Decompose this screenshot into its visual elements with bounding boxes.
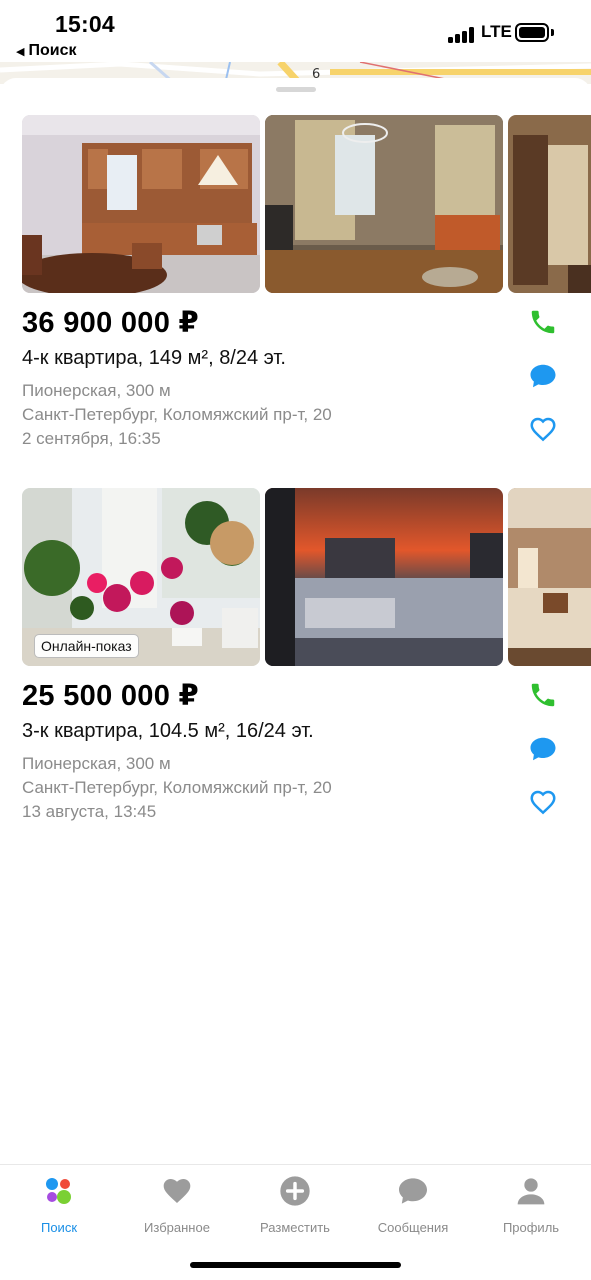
status-bar: 15:04 ◀ Поиск LTE — [0, 0, 591, 64]
listing-title: 4-к квартира, 149 м², 8/24 эт. — [22, 347, 286, 369]
listing-title: 3-к квартира, 104.5 м², 16/24 эт. — [22, 720, 314, 742]
listing-photo[interactable] — [508, 115, 591, 293]
listing-address: Санкт-Петербург, Коломяжский пр-т, 20 — [22, 405, 332, 424]
plus-circle-icon — [280, 1176, 310, 1206]
tab-label: Профиль — [502, 1220, 560, 1235]
network-type: LTE — [481, 22, 512, 41]
tab-messages[interactable]: Сообщения — [354, 1175, 472, 1237]
favorite-button[interactable] — [526, 412, 560, 446]
chat-icon — [530, 364, 556, 388]
search-dots-icon — [46, 1178, 71, 1204]
tab-search[interactable]: Поиск — [0, 1175, 118, 1237]
phone-icon — [531, 310, 555, 334]
favorite-button[interactable] — [526, 785, 560, 819]
message-button[interactable] — [526, 359, 560, 393]
photo-carousel[interactable] — [22, 115, 591, 293]
listing-photo[interactable] — [265, 488, 503, 666]
person-icon — [517, 1178, 545, 1205]
call-button[interactable] — [526, 678, 560, 712]
listing-card[interactable]: Онлайн-показ 25 500 000 ₽ 3-к квартира, … — [0, 488, 591, 838]
results-sheet: 36 900 000 ₽ 4-к квартира, 149 м², 8/24 … — [0, 78, 591, 1168]
tab-label: Поиск — [40, 1220, 78, 1235]
tab-label: Избранное — [144, 1220, 210, 1235]
back-to-search-link[interactable]: ◀ Поиск — [16, 42, 76, 60]
chat-icon — [530, 737, 556, 761]
listing-photo[interactable] — [508, 488, 591, 666]
online-viewing-badge: Онлайн-показ — [34, 634, 139, 658]
chat-bubble-icon — [399, 1178, 427, 1204]
sheet-grabber[interactable] — [276, 87, 316, 92]
listing-date: 2 сентября, 16:35 — [22, 429, 161, 448]
heart-icon — [163, 1179, 191, 1203]
cellular-signal-icon — [448, 25, 476, 43]
tab-profile[interactable]: Профиль — [472, 1175, 590, 1237]
listing-date: 13 августа, 13:45 — [22, 802, 157, 821]
tab-post-ad[interactable]: Разместить — [236, 1175, 354, 1237]
call-button[interactable] — [526, 305, 560, 339]
tab-favorites[interactable]: Избранное — [118, 1175, 236, 1237]
listing-photo[interactable] — [22, 115, 260, 293]
listing-metro: Пионерская, 300 м — [22, 381, 171, 400]
listing-price: 36 900 000 ₽ — [22, 307, 199, 339]
status-time: 15:04 — [55, 11, 115, 37]
listing-price: 25 500 000 ₽ — [22, 680, 199, 712]
battery-icon — [515, 23, 549, 42]
back-arrow-icon: ◀ — [16, 45, 25, 58]
home-indicator — [190, 1262, 401, 1268]
tab-label: Сообщения — [377, 1220, 449, 1235]
photo-carousel[interactable]: Онлайн-показ — [22, 488, 591, 666]
tab-label: Разместить — [260, 1220, 330, 1235]
listing-photo[interactable]: Онлайн-показ — [22, 488, 260, 666]
listing-card[interactable]: 36 900 000 ₽ 4-к квартира, 149 м², 8/24 … — [0, 115, 591, 465]
listing-photo[interactable] — [265, 115, 503, 293]
listing-address: Санкт-Петербург, Коломяжский пр-т, 20 — [22, 778, 332, 797]
back-link-label: Поиск — [28, 42, 77, 59]
heart-outline-icon — [530, 790, 556, 815]
phone-icon — [531, 683, 555, 707]
listing-metro: Пионерская, 300 м — [22, 754, 171, 773]
heart-outline-icon — [530, 417, 556, 442]
message-button[interactable] — [526, 732, 560, 766]
